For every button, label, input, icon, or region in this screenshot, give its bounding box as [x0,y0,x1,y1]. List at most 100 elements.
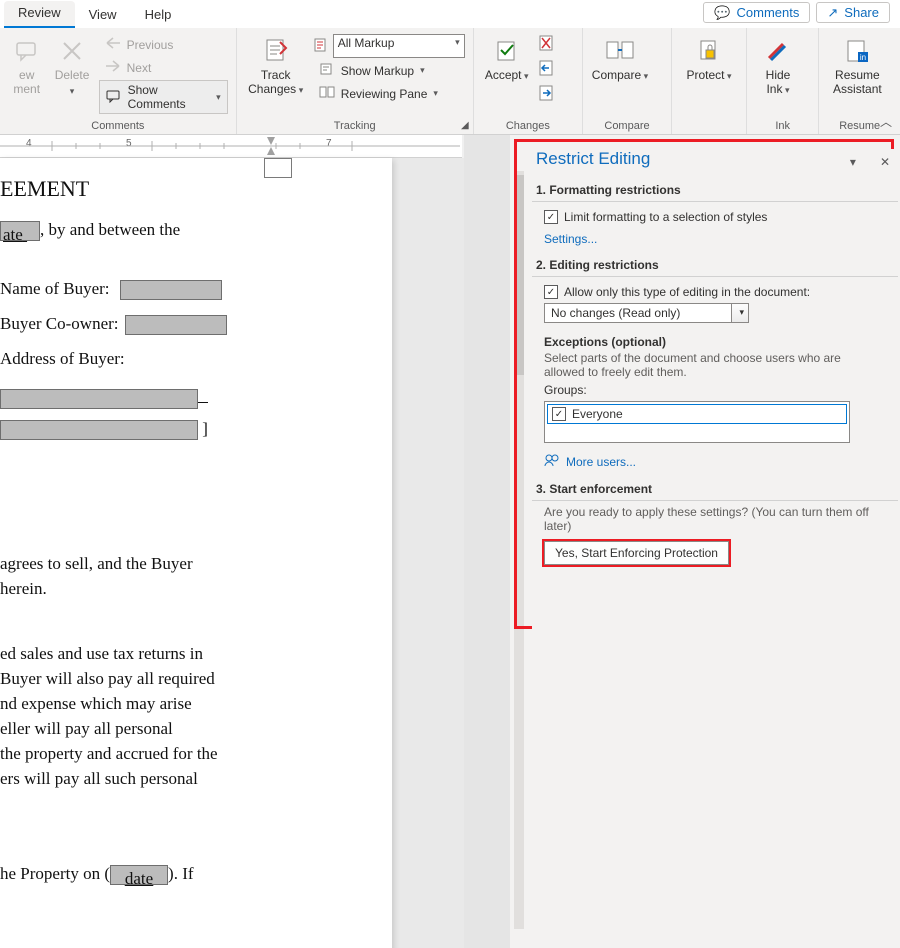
tab-help[interactable]: Help [131,3,186,28]
reviewing-pane-label: Reviewing Pane [341,87,428,101]
doc-p4: he Property on (date). If [0,861,392,886]
exceptions-desc-2: allowed to freely edit them. [544,365,890,379]
share-icon: ↗ [827,6,838,19]
new-comment-label: ew ment [13,68,40,96]
show-markup-button[interactable]: Show Markup [313,60,465,81]
document-page[interactable]: EEMENT ate , by and between the Name of … [0,158,392,948]
exceptions-heading: Exceptions (optional) [544,335,890,349]
more-users-link[interactable]: More users... [544,453,890,470]
doc-p3a: ed sales and use tax returns in [0,641,392,666]
field-buyer-co[interactable] [125,315,227,335]
comments-button[interactable]: 💬 Comments [703,2,810,23]
new-comment-button[interactable]: ew ment [8,32,45,96]
group-label-protect [680,120,738,134]
group-label-compare: Compare [591,120,663,134]
comment-icon: 💬 [714,6,730,19]
resume-icon: in [844,34,870,68]
allow-editing-checkbox[interactable]: ✓ Allow only this type of editing in the… [544,285,890,299]
limit-formatting-label: Limit formatting to a selection of style… [564,210,767,224]
tab-marker [264,158,292,178]
checkbox-icon: ✓ [544,210,558,224]
ribbon-collapse-button[interactable]: ︿ [880,113,892,130]
group-label-changes: Changes [482,120,574,134]
next-change-icon[interactable] [538,84,558,105]
delete-comment-button[interactable]: Delete [51,32,92,98]
pane-close-icon[interactable]: ✕ [880,155,890,169]
pane-options-icon[interactable]: ▾ [850,155,856,169]
field-addr-2[interactable] [0,420,198,440]
show-comments-icon [106,89,122,106]
field-buyer-name[interactable] [120,280,222,300]
pane-title: Restrict Editing [532,149,898,177]
checkbox-icon: ✓ [544,285,558,299]
compare-icon [605,34,635,68]
field-date-2[interactable]: date [110,865,168,885]
prev-change-icon[interactable] [538,59,558,80]
ribbon-tabbar: Review View Help 💬 Comments ↗ Share [0,0,900,28]
compare-button[interactable]: Compare [591,32,649,83]
reject-icon[interactable] [538,34,558,55]
compare-label: Compare [592,68,648,83]
doc-p2b: herein. [0,576,392,601]
doc-p3d: eller will pay all personal [0,716,392,741]
sidepane-container: Restrict Editing ▾ ✕ 1. Formatting restr… [510,135,900,948]
workspace: 4 5 7 [0,135,900,948]
limit-formatting-checkbox[interactable]: ✓ Limit formatting to a selection of sty… [544,210,890,224]
track-changes-icon [262,34,290,68]
tab-view[interactable]: View [75,3,131,28]
editing-type-select[interactable]: No changes (Read only) ▾ [544,303,732,323]
accept-button[interactable]: Accept [482,32,532,83]
show-markup-label: Show Markup [341,64,414,78]
ribbon-group-comments: ew ment Delete Previous [0,28,237,134]
svg-text:in: in [860,53,866,62]
formatting-settings-link[interactable]: Settings... [544,228,597,252]
track-changes-button[interactable]: Track Changes [245,32,307,97]
tab-review[interactable]: Review [4,1,75,28]
previous-comment-button[interactable]: Previous [99,34,228,55]
ribbon-group-changes: Accept Changes [474,28,583,134]
hide-ink-icon [765,34,791,68]
show-comments-label: Show Comments [128,83,211,111]
next-comment-button[interactable]: Next [99,57,228,78]
reviewing-pane-button[interactable]: Reviewing Pane [313,83,465,104]
markup-mode-select[interactable]: All Markup [333,34,465,58]
allow-editing-label: Allow only this type of editing in the d… [564,285,810,299]
ribbon-group-ink: Hide Ink Ink [747,28,819,134]
doc-p3f: ers will pay all such personal [0,766,392,791]
markup-mode-value: All Markup [338,36,395,50]
show-comments-button[interactable]: Show Comments [99,80,228,114]
protect-button[interactable]: Protect [680,32,738,83]
field-addr-1[interactable] [0,389,198,409]
document-column: 4 5 7 [0,135,464,948]
ribbon-group-compare: Compare Compare [583,28,672,134]
tracking-dialog-launcher[interactable]: ◢ [461,120,469,131]
hide-ink-button[interactable]: Hide Ink [755,32,801,97]
show-markup-icon [319,62,335,79]
group-everyone-row[interactable]: ✓ Everyone [547,404,847,424]
share-button[interactable]: ↗ Share [816,2,890,23]
chevron-down-icon: ▾ [739,307,744,318]
field-date-1[interactable]: ate [0,221,40,241]
next-icon [105,59,121,76]
comments-label: Comments [737,5,800,20]
restrict-editing-pane: Restrict Editing ▾ ✕ 1. Formatting restr… [532,149,898,948]
previous-label: Previous [127,38,174,52]
checkbox-icon: ✓ [552,407,566,421]
doc-buyer-addr-line: Address of Buyer: [0,346,392,371]
group-label-ink: Ink [755,120,810,134]
resume-assistant-button[interactable]: in Resume Assistant [827,32,887,96]
section-enforcement: 3. Start enforcement [532,476,898,501]
ribbon-group-protect: Protect [672,28,747,134]
doc-title-fragment: EEMENT [0,176,392,201]
section-formatting: 1. Formatting restrictions [532,177,898,202]
doc-p2a: agrees to sell, and the Buyer [0,551,392,576]
groups-label: Groups: [544,383,890,397]
previous-icon [105,36,121,53]
doc-p3b: Buyer will also pay all required [0,666,392,691]
start-enforcing-button[interactable]: Yes, Start Enforcing Protection [544,541,729,565]
exceptions-desc-1: Select parts of the document and choose … [544,351,890,365]
label-buyer-name: Name of Buyer: [0,279,110,298]
horizontal-ruler[interactable]: 4 5 7 [0,135,462,158]
gap-column [464,135,510,948]
section-editing: 2. Editing restrictions [532,252,898,277]
